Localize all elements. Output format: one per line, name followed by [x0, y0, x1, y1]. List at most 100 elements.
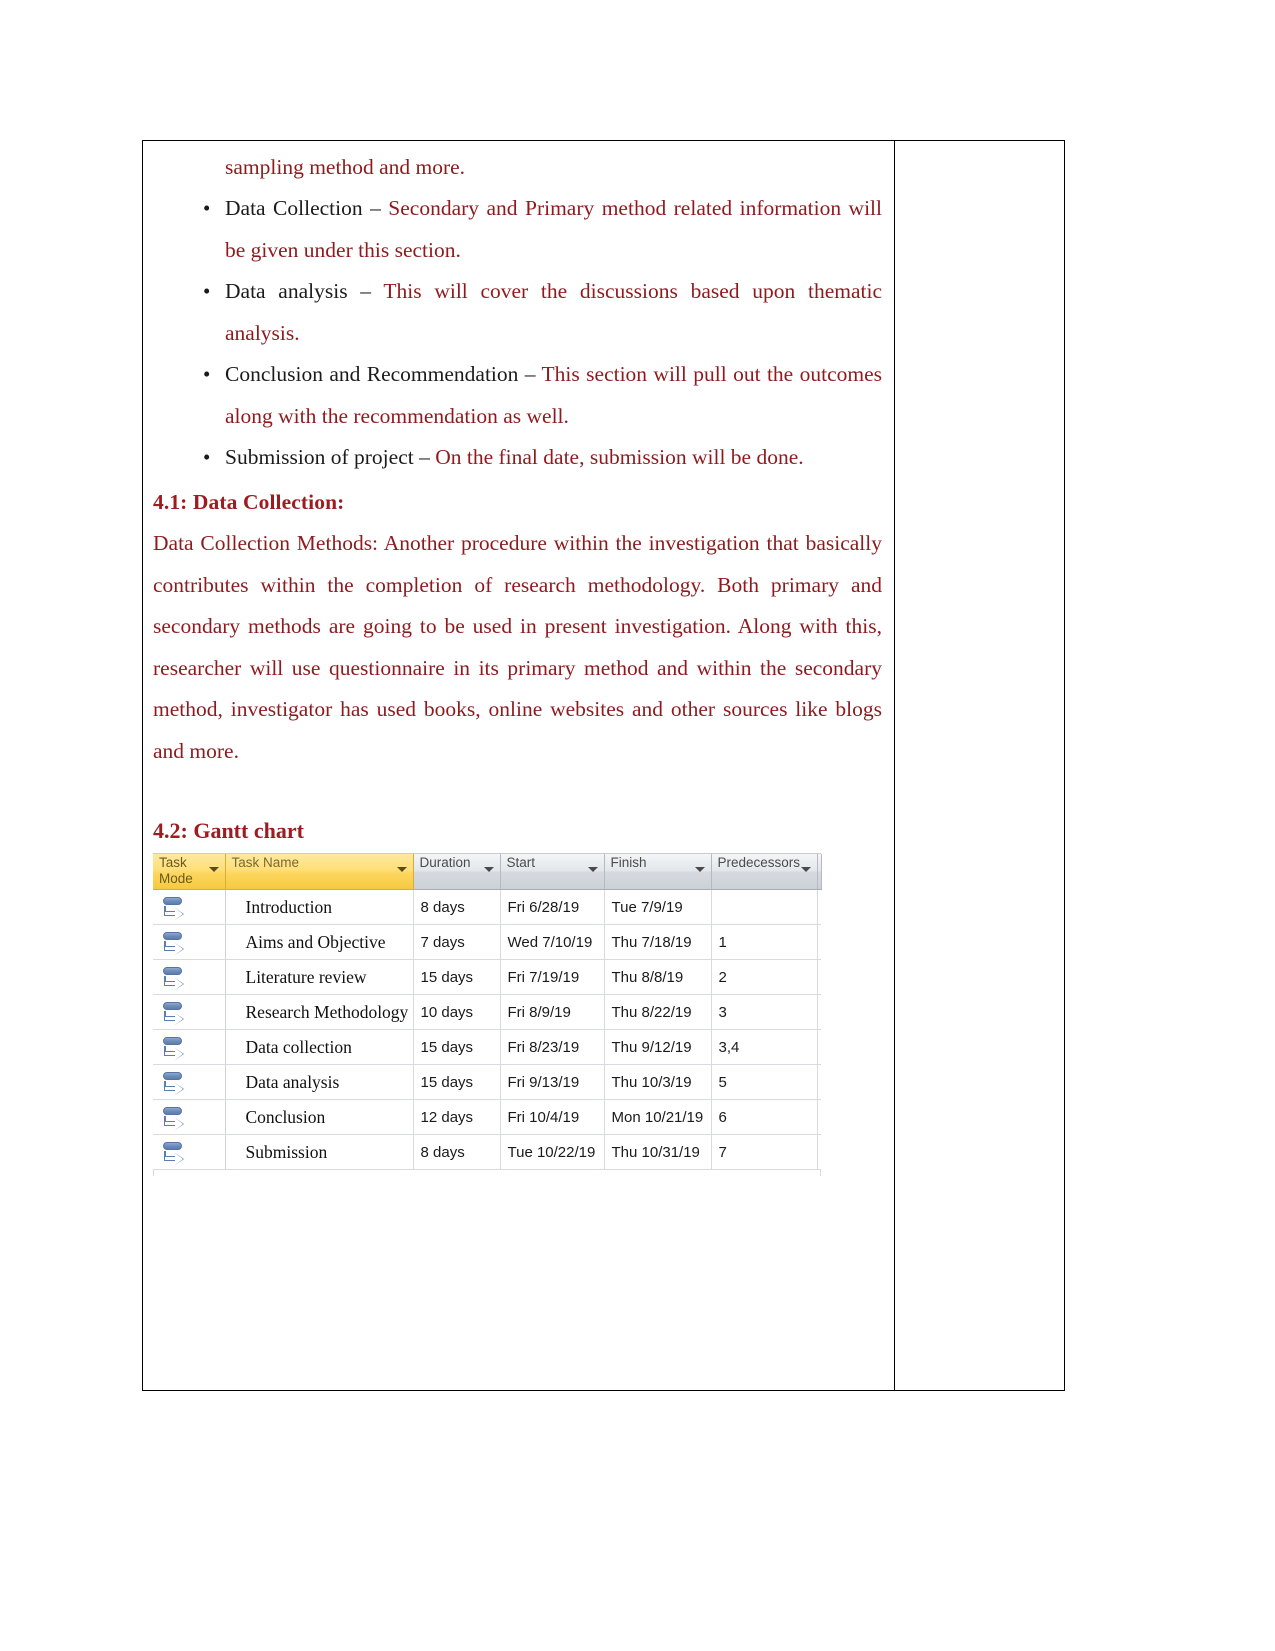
cell-predecessors[interactable]: 6 [711, 1099, 818, 1136]
list-item: • Conclusion and Recommendation – This s… [153, 354, 882, 437]
cell-task-mode[interactable] [153, 1099, 226, 1136]
cell-start[interactable]: Fri 9/13/19 [500, 1064, 605, 1101]
cell-duration[interactable]: 12 days [413, 1099, 501, 1136]
chevron-down-icon[interactable] [800, 866, 811, 872]
column-header-task-mode[interactable]: Task Mode [153, 853, 226, 891]
column-header-duration[interactable]: Duration [413, 853, 501, 891]
auto-schedule-icon [162, 1036, 188, 1061]
bullet-icon: • [203, 362, 211, 387]
chevron-down-icon[interactable] [396, 866, 407, 872]
cell-task-name[interactable]: Submission [225, 1134, 414, 1171]
data-collection-methods-paragraph: Data Collection Methods: Another procedu… [153, 523, 882, 772]
cell-task-name[interactable]: Aims and Objective [225, 924, 414, 961]
cell-finish[interactable]: Thu 10/31/19 [604, 1134, 712, 1171]
table-row[interactable]: Submission 8 days Tue 10/22/19 Thu 10/31/19… [153, 1134, 821, 1171]
cell-task-name[interactable]: Literature review [225, 959, 414, 996]
column-header-start[interactable]: Start [500, 853, 605, 891]
cell-finish[interactable]: Thu 9/12/19 [604, 1029, 712, 1066]
section-heading-4-1: 4.1: Data Collection: [153, 489, 345, 514]
auto-schedule-icon [162, 966, 188, 991]
cell-task-mode[interactable] [153, 1029, 226, 1066]
cell-duration[interactable]: 8 days [413, 889, 501, 926]
table-row[interactable]: Research Methodology 10 days Fri 8/9/19 Thu… [153, 994, 821, 1031]
cell-duration[interactable]: 8 days [413, 1134, 501, 1171]
column-header-label: Finish [610, 854, 647, 870]
cell-task-name[interactable]: Data analysis [225, 1064, 414, 1101]
cell-start[interactable]: Fri 6/28/19 [500, 889, 605, 926]
cell-predecessors[interactable]: 5 [711, 1064, 818, 1101]
page-right-empty-cell [895, 141, 1064, 1390]
continued-paragraph: sampling method and more. [225, 155, 466, 179]
cell-finish[interactable]: Thu 7/18/19 [604, 924, 712, 961]
cell-duration[interactable]: 10 days [413, 994, 501, 1031]
cell-task-mode[interactable] [153, 1134, 226, 1171]
auto-schedule-icon [162, 1071, 188, 1096]
gantt-chart-table-wrapper: Task Mode Task Name Duration Start Finis… [153, 852, 822, 1177]
cell-task-mode[interactable] [153, 959, 226, 996]
cell-overflow [817, 889, 821, 926]
cell-start[interactable]: Fri 8/23/19 [500, 1029, 605, 1066]
table-row[interactable]: Aims and Objective 7 days Wed 7/10/19 Thu 7… [153, 924, 821, 961]
cell-predecessors[interactable]: 7 [711, 1134, 818, 1171]
cell-overflow [817, 924, 821, 961]
cell-duration[interactable]: 15 days [413, 959, 501, 996]
table-row[interactable]: Data analysis 15 days Fri 9/13/19 Thu 10/3/… [153, 1064, 821, 1101]
gantt-table-body: Introduction 8 days Fri 6/28/19 Tue 7/9/19 A… [153, 889, 821, 1171]
bullet-icon: • [203, 279, 211, 304]
table-row[interactable]: Conclusion 12 days Fri 10/4/19 Mon 10/21/19… [153, 1099, 821, 1136]
cell-task-mode[interactable] [153, 1064, 226, 1101]
list-item: • Data analysis – This will cover the di… [153, 271, 882, 354]
cell-finish[interactable]: Tue 7/9/19 [604, 889, 712, 926]
auto-schedule-icon [162, 1001, 188, 1026]
cell-finish[interactable]: Mon 10/21/19 [604, 1099, 712, 1136]
cell-overflow [817, 1134, 821, 1171]
table-row[interactable]: Literature review 15 days Fri 7/19/19 Thu 8… [153, 959, 821, 996]
cell-start[interactable]: Tue 10/22/19 [500, 1134, 605, 1171]
chevron-down-icon[interactable] [483, 866, 494, 872]
cell-predecessors[interactable]: 3 [711, 994, 818, 1031]
cell-duration[interactable]: 15 days [413, 1029, 501, 1066]
chevron-down-icon[interactable] [694, 866, 705, 872]
bullet-rest: On the final date, submission will be do… [435, 445, 804, 470]
cell-task-name[interactable]: Research Methodology [225, 994, 414, 1031]
column-header-label: Predecessors [717, 854, 801, 870]
auto-schedule-icon [162, 896, 188, 921]
chevron-down-icon[interactable] [587, 866, 598, 872]
cell-duration[interactable]: 15 days [413, 1064, 501, 1101]
cell-start[interactable]: Wed 7/10/19 [500, 924, 605, 961]
cell-task-name[interactable]: Conclusion [225, 1099, 414, 1136]
bullet-list: • Data Collection – Secondary and Primar… [153, 188, 882, 478]
cell-task-name[interactable]: Data collection [225, 1029, 414, 1066]
column-header-overflow [817, 853, 822, 891]
cell-task-mode[interactable] [153, 924, 226, 961]
document-content-cell: sampling method and more. • Data Collect… [143, 141, 895, 1390]
column-header-label: Task Name [231, 854, 300, 870]
cell-start[interactable]: Fri 8/9/19 [500, 994, 605, 1031]
cell-start[interactable]: Fri 7/19/19 [500, 959, 605, 996]
cell-predecessors[interactable]: 2 [711, 959, 818, 996]
cell-finish[interactable]: Thu 10/3/19 [604, 1064, 712, 1101]
table-row[interactable]: Data collection 15 days Fri 8/23/19 Thu 9/1… [153, 1029, 821, 1066]
chevron-down-icon[interactable] [208, 866, 219, 872]
cell-predecessors[interactable]: 3,4 [711, 1029, 818, 1066]
cell-predecessors[interactable] [711, 889, 818, 926]
bullet-icon: • [203, 445, 211, 470]
table-row[interactable]: Introduction 8 days Fri 6/28/19 Tue 7/9/19 [153, 889, 821, 926]
gantt-task-table: Task Mode Task Name Duration Start Finis… [153, 853, 822, 1171]
cell-overflow [817, 994, 821, 1031]
cell-task-mode[interactable] [153, 889, 226, 926]
auto-schedule-icon [162, 1141, 188, 1166]
cell-task-mode[interactable] [153, 994, 226, 1031]
column-header-predecessors[interactable]: Predecessors [711, 853, 818, 891]
cell-duration[interactable]: 7 days [413, 924, 501, 961]
auto-schedule-icon [162, 931, 188, 956]
bullet-icon: • [203, 196, 211, 221]
column-header-task-name[interactable]: Task Name [225, 853, 414, 891]
cell-predecessors[interactable]: 1 [711, 924, 818, 961]
cell-finish[interactable]: Thu 8/8/19 [604, 959, 712, 996]
methods-body-text: Another procedure within the investigati… [153, 531, 882, 763]
cell-finish[interactable]: Thu 8/22/19 [604, 994, 712, 1031]
column-header-finish[interactable]: Finish [604, 853, 712, 891]
cell-start[interactable]: Fri 10/4/19 [500, 1099, 605, 1136]
cell-task-name[interactable]: Introduction [225, 889, 414, 926]
